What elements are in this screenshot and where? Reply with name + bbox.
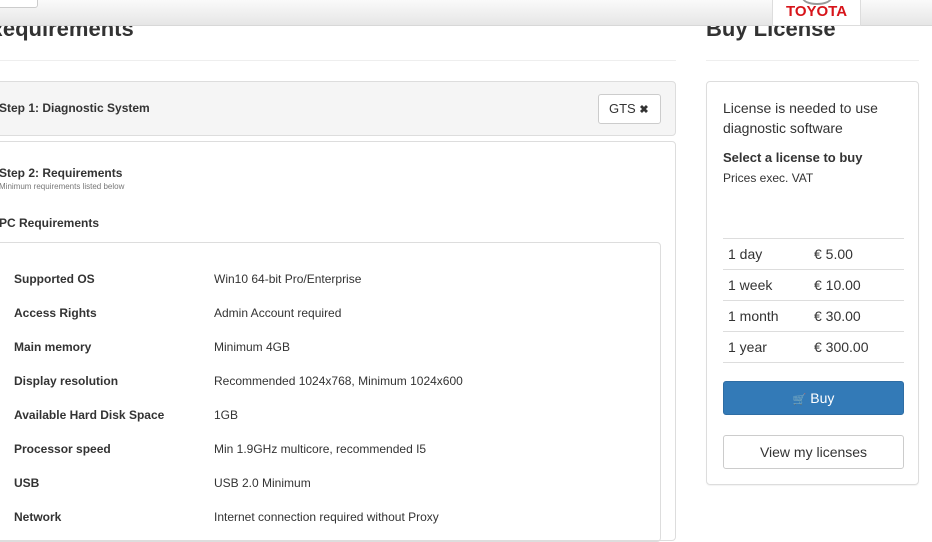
step2-panel: Step 2: Requirements Minimum requirement… xyxy=(0,141,676,542)
diagnostic-system-chip[interactable]: GTS ✖ xyxy=(598,94,661,124)
req-value: 1GB xyxy=(214,408,239,422)
price-table: 1 day € 5.00 1 week € 10.00 1 month € 30.00… xyxy=(723,238,904,363)
table-row: Supported OS Win10 64-bit Pro/Enterprise xyxy=(14,272,361,286)
req-key: Supported OS xyxy=(14,272,95,286)
table-row: Network Internet connection required with… xyxy=(14,510,439,524)
cart-icon: 🛒 xyxy=(792,394,807,406)
divider xyxy=(0,60,676,61)
price: € 10.00 xyxy=(809,269,904,301)
price-row[interactable]: 1 year € 300.00 xyxy=(723,331,904,363)
req-key: Display resolution xyxy=(14,374,119,388)
price-row[interactable]: 1 month € 30.00 xyxy=(723,300,904,332)
req-value: Minimum 4GB xyxy=(214,340,291,354)
requirements-table: Supported OS Win10 64-bit Pro/Enterprise … xyxy=(0,242,661,542)
table-row: Available Hard Disk Space 1GB xyxy=(14,408,238,422)
req-value: Internet connection required without Pro… xyxy=(214,510,439,524)
buy-license-panel: License is needed to use diagnostic soft… xyxy=(706,81,919,485)
price-row[interactable]: 1 week € 10.00 xyxy=(723,269,904,301)
view-licenses-button[interactable]: View my licenses xyxy=(723,435,904,469)
table-row: Display resolution Recommended 1024x768, … xyxy=(14,374,463,388)
req-key: Network xyxy=(14,510,62,524)
price: € 300.00 xyxy=(809,331,904,363)
period: 1 year xyxy=(723,331,809,363)
req-value: Win10 64-bit Pro/Enterprise xyxy=(214,272,362,286)
step2-sublabel: Minimum requirements listed below xyxy=(0,182,125,191)
price-row[interactable]: 1 day € 5.00 xyxy=(723,238,904,270)
step2-label: Step 2: Requirements xyxy=(0,166,123,180)
toyota-logo: TOYOTA xyxy=(772,0,861,26)
system-name: GTS xyxy=(609,101,636,116)
menu-button[interactable] xyxy=(0,0,38,8)
step1-panel: Step 1: Diagnostic System GTS ✖ xyxy=(0,81,676,136)
table-row: Main memory Minimum 4GB xyxy=(14,340,290,354)
table-row: Access Rights Admin Account required xyxy=(14,306,341,320)
period: 1 month xyxy=(723,300,809,332)
license-intro: License is needed to use diagnostic soft… xyxy=(723,100,878,136)
req-key: Processor speed xyxy=(14,442,111,456)
buy-label: Buy xyxy=(810,390,835,406)
vat-note: Prices exec. VAT xyxy=(723,171,814,185)
period: 1 week xyxy=(723,269,809,301)
table-row: USB USB 2.0 Minimum xyxy=(14,476,311,490)
req-key: Available Hard Disk Space xyxy=(14,408,165,422)
select-license-label: Select a license to buy xyxy=(723,150,863,165)
close-icon[interactable]: ✖ xyxy=(639,104,648,116)
step1-label: Step 1: Diagnostic System xyxy=(0,101,150,115)
req-value: Recommended 1024x768, Minimum 1024x600 xyxy=(214,374,463,388)
req-key: USB xyxy=(14,476,40,490)
req-key: Main memory xyxy=(14,340,92,354)
req-value: Admin Account required xyxy=(214,306,342,320)
pc-requirements-title: PC Requirements xyxy=(0,216,100,230)
price: € 30.00 xyxy=(809,300,904,332)
period: 1 day xyxy=(723,238,809,270)
price: € 5.00 xyxy=(809,238,904,270)
buy-button[interactable]: 🛒 Buy xyxy=(723,381,904,415)
logo-text: TOYOTA xyxy=(785,3,848,20)
top-bar: TOYOTA xyxy=(0,0,932,26)
req-value: Min 1.9GHz multicore, recommended I5 xyxy=(214,442,427,456)
req-value: USB 2.0 Minimum xyxy=(214,476,311,490)
table-row: Processor speed Min 1.9GHz multicore, rec… xyxy=(14,442,426,456)
req-key: Access Rights xyxy=(14,306,97,320)
divider xyxy=(706,60,919,61)
